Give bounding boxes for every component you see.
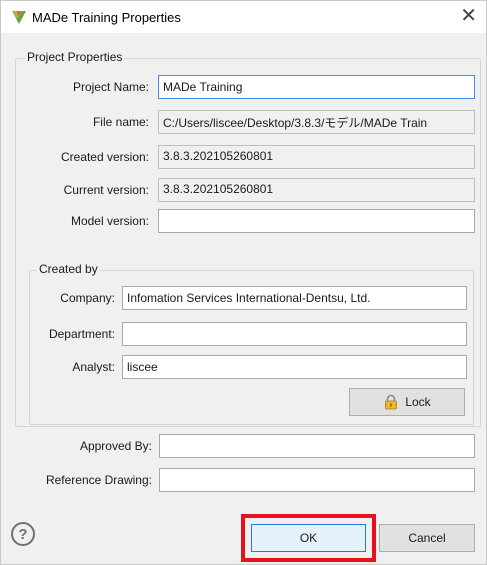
model-version-label: Model version: [70, 214, 149, 228]
created-version-label: Created version: [60, 150, 149, 164]
reference-drawing-label: Reference Drawing: [45, 473, 152, 487]
department-label: Department: [48, 327, 115, 341]
properties-dialog: MADe Training Properties ✕ Project Prope… [0, 0, 487, 565]
padlock-icon [385, 394, 398, 410]
app-logo-icon [12, 11, 26, 24]
created-by-label: Created by [37, 262, 100, 276]
company-input[interactable] [122, 286, 467, 310]
window-title: MADe Training Properties [32, 10, 181, 25]
reference-drawing-input[interactable] [159, 468, 475, 492]
approved-by-label: Approved By: [79, 439, 152, 453]
close-icon[interactable]: ✕ [460, 4, 477, 28]
help-icon[interactable]: ? [11, 522, 35, 546]
file-name-field: C:/Users/liscee/Desktop/3.8.3/モデル/MADe T… [158, 110, 475, 134]
project-properties-label: Project Properties [25, 50, 125, 64]
department-input[interactable] [122, 322, 467, 346]
ok-button[interactable]: OK [251, 524, 366, 552]
project-name-label: Project Name: [72, 80, 149, 94]
file-name-label: File name: [92, 115, 149, 129]
company-label: Company: [60, 291, 115, 305]
current-version-label: Current version: [63, 183, 149, 197]
model-version-input[interactable] [158, 209, 475, 233]
created-version-field: 3.8.3.202105260801 [158, 145, 475, 169]
analyst-label: Analyst: [72, 360, 115, 374]
analyst-input[interactable] [122, 355, 467, 379]
title-bar: MADe Training Properties ✕ [1, 1, 486, 33]
current-version-field: 3.8.3.202105260801 [158, 178, 475, 202]
lock-button-label: Lock [405, 395, 431, 409]
lock-button[interactable]: Lock [349, 388, 465, 416]
approved-by-input[interactable] [159, 434, 475, 458]
cancel-button[interactable]: Cancel [379, 524, 475, 552]
project-name-input[interactable] [158, 75, 475, 99]
